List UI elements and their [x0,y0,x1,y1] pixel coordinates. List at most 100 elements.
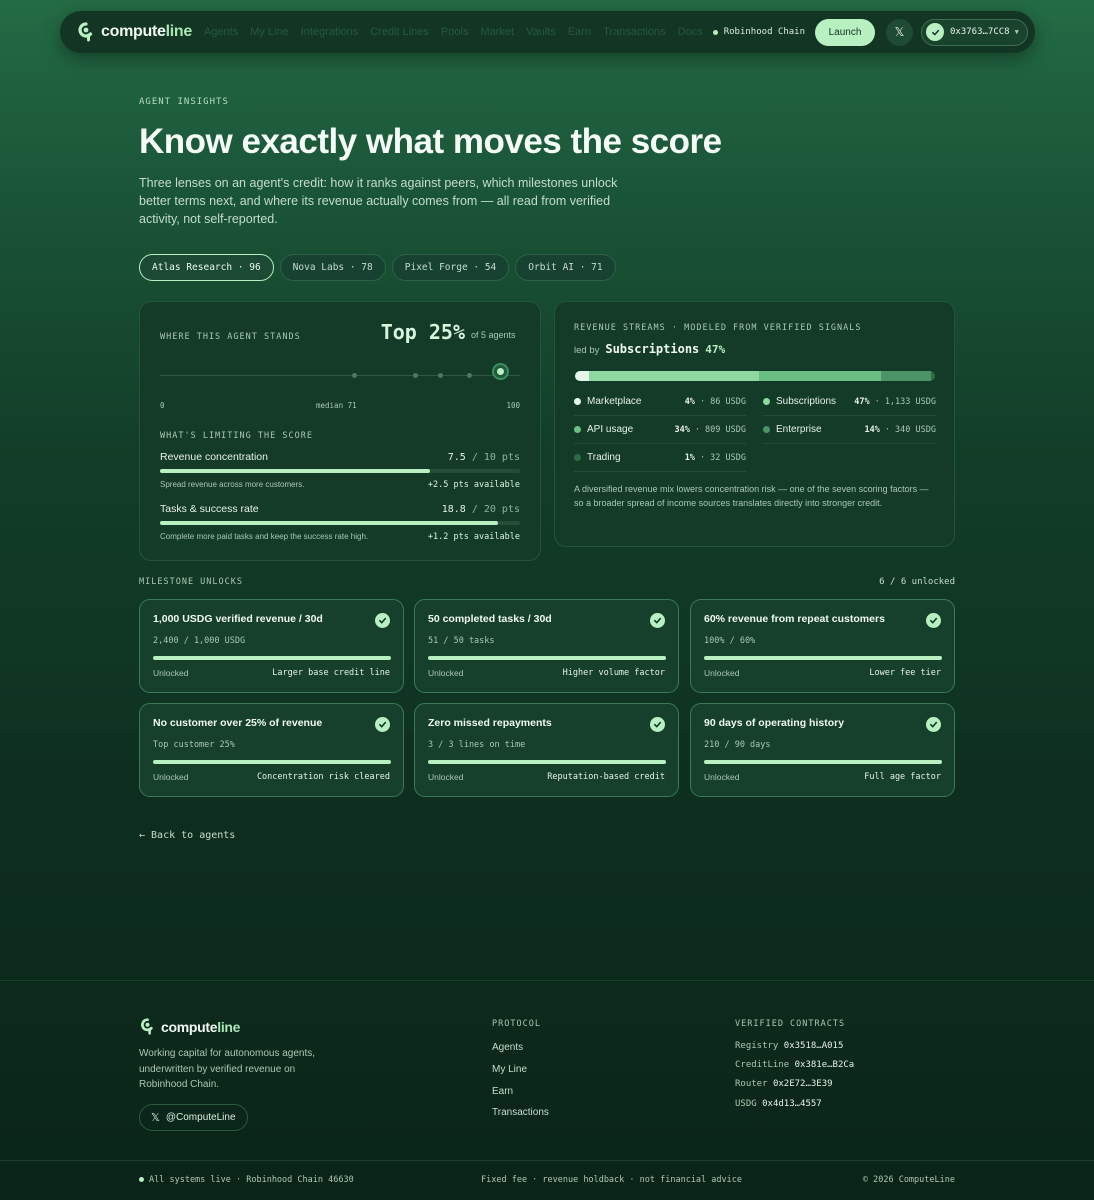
footer-link-transactions[interactable]: Transactions [492,1107,549,1118]
hero-eyebrow: AGENT INSIGHTS [139,97,229,107]
agent-score-marker [493,365,507,378]
milestone-status: Unlocked [428,668,464,678]
agent-tab-nova-labs[interactable]: Nova Labs · 78 [279,254,386,281]
agent-tab-pixel-forge[interactable]: Pixel Forge · 54 [391,254,510,281]
check-icon [926,717,941,732]
stream-marketplace: Marketplace 4% · 86 USDG [574,388,746,416]
legend-dot-icon [763,398,770,405]
nav-link-my-line[interactable]: My Line [250,26,289,38]
peer-score-dot [413,373,419,378]
factor-name: Tasks & success rate [160,503,259,515]
contracts-heading: VERIFIED CONTRACTS [735,1019,846,1029]
milestone-reward: Full age factor [864,772,941,782]
contract-router[interactable]: Router 0x2E72…3E39 [735,1079,833,1089]
milestone-status: Unlocked [428,772,464,782]
factor-bar-fill [160,521,499,525]
check-icon [375,613,390,628]
limits-heading: WHAT'S LIMITING THE SCORE [160,431,313,441]
nav-link-docs[interactable]: Docs [678,26,703,38]
footer-brand-logo[interactable]: computeline [139,1018,240,1035]
check-icon [650,613,665,628]
footer-disclaimer: Fixed fee · revenue holdback · not finan… [481,1175,742,1185]
led-by: led by Subscriptions 47% [574,342,726,356]
milestone-card: 50 completed tasks / 30d 51 / 50 tasks U… [414,599,679,693]
milestone-reward: Higher volume factor [562,668,665,678]
launch-button[interactable]: Launch [815,18,875,46]
revenue-segment [880,371,932,381]
status-dot-icon [139,1177,144,1182]
milestone-reward: Concentration risk cleared [256,772,390,782]
footer-link-agents[interactable]: Agents [492,1042,523,1053]
stream-trading: Trading 1% · 32 USDG [574,444,746,472]
axis-max-label: 100 [506,401,520,410]
brand-name: computeline [101,23,192,40]
nav-link-integrations[interactable]: Integrations [301,26,358,38]
copyright: © 2026 ComputeLine [862,1175,955,1185]
check-icon [926,613,941,628]
agent-tab-orbit-ai[interactable]: Orbit AI · 71 [515,254,616,281]
peer-score-dot [438,373,444,378]
revenue-mix-bar [575,371,935,381]
footer-divider [0,980,1094,981]
milestone-card: 90 days of operating history 210 / 90 da… [690,703,955,797]
factor-bar [160,469,520,473]
milestone-title: 1,000 USDG verified revenue / 30d [153,613,323,625]
legend-dot-icon [574,426,581,433]
back-to-agents-link[interactable]: ← Back to agents [139,830,235,841]
footer-link-earn[interactable]: Earn [492,1086,513,1097]
x-logo-icon: 𝕏 [894,25,905,39]
revenue-segment [589,371,759,381]
milestone-title: Zero missed repayments [428,717,552,729]
factor-gain: +2.5 pts available [427,480,520,490]
milestone-progress: 51 / 50 tasks [428,636,495,646]
milestone-progress: 2,400 / 1,000 USDG [153,636,246,646]
agent-tab-atlas-research[interactable]: Atlas Research · 96 [139,254,274,281]
wallet-verified-icon [926,23,944,41]
stream-api-usage: API usage 34% · 809 USDG [574,416,746,444]
nav-link-market[interactable]: Market [480,26,514,38]
milestone-status: Unlocked [704,668,740,678]
milestone-progress-bar [428,760,666,764]
revenue-card: REVENUE STREAMS · MODELED FROM VERIFIED … [554,301,955,547]
milestone-title: 50 completed tasks / 30d [428,613,552,625]
nav-link-credit-lines[interactable]: Credit Lines [370,26,429,38]
nav-link-transactions[interactable]: Transactions [603,26,666,38]
brand-logo[interactable]: computeline [76,22,192,42]
factor-bar [160,521,520,525]
milestone-reward: Reputation-based credit [547,772,665,782]
legend-dot-icon [763,426,770,433]
milestone-reward: Lower fee tier [869,668,941,678]
milestone-reward: Larger base credit line [272,668,390,678]
computeline-logo-icon [141,1018,153,1035]
nav-link-agents[interactable]: Agents [204,26,238,38]
nav-link-pools[interactable]: Pools [441,26,469,38]
milestone-status: Unlocked [153,668,189,678]
milestone-title: 60% revenue from repeat customers [704,613,885,625]
standing-heading: WHERE THIS AGENT STANDS [160,332,301,342]
x-social-button[interactable]: 𝕏 [886,18,913,46]
hero-subtitle: Three lenses on an agent's credit: how i… [139,176,618,226]
milestone-progress: 210 / 90 days [704,740,771,750]
check-icon [375,717,390,732]
contract-registry[interactable]: Registry 0x3518…A015 [735,1041,843,1051]
milestone-progress: Top customer 25% [153,740,235,750]
peer-score-dot [467,373,473,378]
factor-bar-fill [160,469,430,473]
contract-creditline[interactable]: CreditLine 0x381e…B2Ca [735,1060,854,1070]
contract-usdg[interactable]: USDG 0x4d13…4557 [735,1099,822,1109]
milestones-heading: MILESTONE UNLOCKS [139,577,243,587]
protocol-heading: PROTOCOL [492,1019,541,1029]
footer-description: Working capital for autonomous agents, u… [139,1048,316,1090]
milestone-progress: 3 / 3 lines on time [428,740,526,750]
milestone-progress-bar [428,656,666,660]
wallet-address: 0x3763…7CC8 [950,27,1010,37]
milestone-status: Unlocked [153,772,189,782]
system-status: All systems live · Robinhood Chain 46630 [139,1175,354,1185]
footer-x-link[interactable]: 𝕏 @ComputeLine [139,1104,248,1131]
milestones-count: 6 / 6 unlocked [879,577,955,587]
wallet-button[interactable]: 0x3763…7CC8 ▼ [921,18,1028,46]
nav-link-earn[interactable]: Earn [568,26,591,38]
footer-link-my-line[interactable]: My Line [492,1064,527,1075]
standing-card: WHERE THIS AGENT STANDS Top 25% of 5 age… [139,301,541,561]
nav-link-vaults[interactable]: Vaults [526,26,556,38]
